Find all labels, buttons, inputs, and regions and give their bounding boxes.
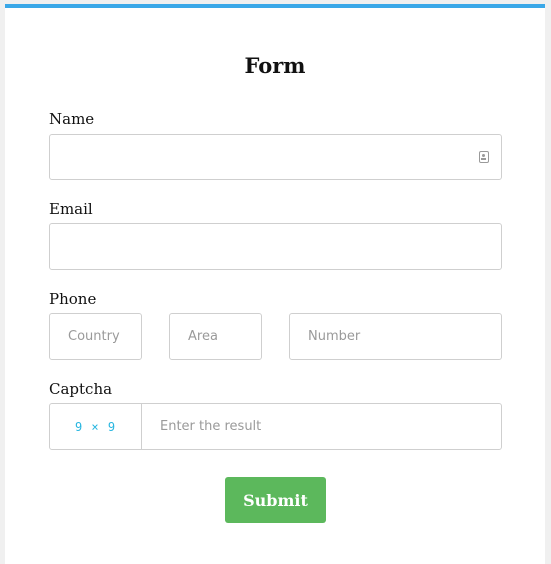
name-field [49,134,502,180]
contact-card-icon [479,151,489,163]
phone-label: Phone [49,290,97,308]
captcha-label: Captcha [49,380,113,398]
email-input[interactable] [50,224,501,269]
email-label: Email [49,200,93,218]
phone-number-input[interactable] [290,314,501,359]
phone-country-input[interactable] [50,314,141,359]
phone-area-input[interactable] [170,314,261,359]
name-input[interactable] [50,135,501,179]
form-card: Form Name Email Phone Captcha 9 × 9 Subm… [5,4,545,564]
captcha-challenge: 9 × 9 [50,404,142,449]
phone-number-field [289,313,502,360]
captcha-answer-input[interactable] [142,404,501,449]
email-field [49,223,502,270]
captcha-field: 9 × 9 [49,403,502,450]
form-title: Form [244,53,306,78]
phone-country-field [49,313,142,360]
name-label: Name [49,110,95,128]
phone-area-field [169,313,262,360]
submit-button[interactable]: Submit [225,477,326,523]
